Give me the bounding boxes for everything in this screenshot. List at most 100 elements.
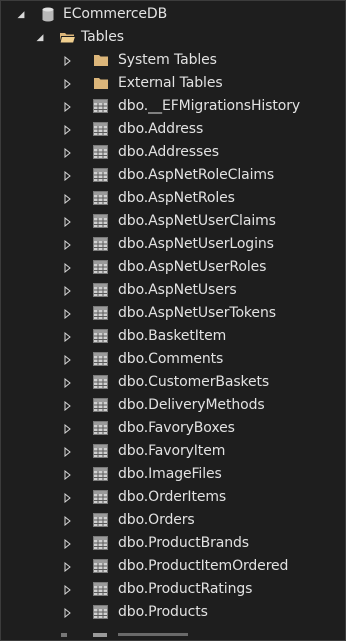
- subfolder-label: External Tables: [118, 75, 223, 91]
- folder-icon: [93, 76, 109, 91]
- collapsed-arrow-icon[interactable]: [61, 394, 73, 417]
- table-icon: [93, 99, 109, 114]
- table-label: dbo.AspNetUserClaims: [118, 213, 276, 229]
- table-icon: [93, 421, 109, 436]
- tree-node-database[interactable]: ◢ ECommerceDB: [1, 3, 345, 26]
- tree-node-table[interactable]: dbo.AspNetUserClaims: [1, 210, 345, 233]
- tree-node-table[interactable]: dbo.ProductRatings: [1, 578, 345, 601]
- table-label: dbo.ProductRatings: [118, 581, 253, 597]
- tree-node-table[interactable]: dbo.Comments: [1, 348, 345, 371]
- tree-node-table[interactable]: dbo.FavoryItem: [1, 440, 345, 463]
- table-icon: [93, 398, 109, 413]
- collapsed-arrow-icon[interactable]: [61, 440, 73, 463]
- table-icon: [93, 513, 109, 528]
- table-icon: [93, 490, 109, 505]
- tree-node-table[interactable]: dbo.AspNetUserRoles: [1, 256, 345, 279]
- collapsed-arrow-icon: [61, 633, 67, 637]
- collapsed-arrow-icon[interactable]: [61, 95, 73, 118]
- table-icon: [93, 260, 109, 275]
- collapsed-arrow-icon[interactable]: [61, 141, 73, 164]
- table-icon: [93, 122, 109, 137]
- tree-node-table[interactable]: dbo.AspNetUsers: [1, 279, 345, 302]
- collapsed-arrow-icon[interactable]: [61, 371, 73, 394]
- table-label: dbo.AspNetUserLogins: [118, 236, 274, 252]
- table-label: dbo.AspNetRoles: [118, 190, 235, 206]
- table-label: dbo.CustomerBaskets: [118, 374, 270, 390]
- collapsed-arrow-icon[interactable]: [61, 233, 73, 256]
- tree-node-table[interactable]: dbo.Address: [1, 118, 345, 141]
- collapsed-arrow-icon[interactable]: [61, 164, 73, 187]
- tree-node-tables[interactable]: ◢ Tables: [1, 26, 345, 49]
- collapsed-arrow-icon[interactable]: [61, 601, 73, 624]
- tree-node-external-tables[interactable]: External Tables: [1, 72, 345, 95]
- tree-node-table[interactable]: dbo.CustomerBaskets: [1, 371, 345, 394]
- tree-node-system-tables[interactable]: System Tables: [1, 49, 345, 72]
- table-icon: [93, 214, 109, 229]
- tree-node-table[interactable]: dbo.FavoryBoxes: [1, 417, 345, 440]
- table-label: dbo.OrderItems: [118, 489, 227, 505]
- table-label: dbo.Comments: [118, 351, 224, 367]
- collapsed-arrow-icon[interactable]: [61, 532, 73, 555]
- table-icon: [93, 329, 109, 344]
- table-label: dbo.Products: [118, 604, 208, 620]
- table-label: dbo.__EFMigrationsHistory: [118, 98, 301, 114]
- collapsed-arrow-icon[interactable]: [61, 256, 73, 279]
- tree-node-table[interactable]: dbo.Products: [1, 601, 345, 624]
- table-icon: [93, 145, 109, 160]
- tree-node-table[interactable]: dbo.DeliveryMethods: [1, 394, 345, 417]
- tree-node-table[interactable]: dbo.AspNetRoleClaims: [1, 164, 345, 187]
- tree-node-table[interactable]: dbo.AspNetUserLogins: [1, 233, 345, 256]
- table-icon: [93, 352, 109, 367]
- table-label: dbo.DeliveryMethods: [118, 397, 265, 413]
- collapsed-arrow-icon[interactable]: [61, 348, 73, 371]
- table-icon: [93, 633, 107, 637]
- partial-table-row: [1, 633, 345, 640]
- table-icon: [93, 467, 109, 482]
- tables-folder-label: Tables: [81, 29, 124, 45]
- table-icon: [93, 536, 109, 551]
- table-icon: [93, 582, 109, 597]
- tree-node-table[interactable]: dbo.__EFMigrationsHistory: [1, 95, 345, 118]
- table-label: dbo.Address: [118, 121, 204, 137]
- table-label: dbo.FavoryItem: [118, 443, 226, 459]
- collapsed-arrow-icon[interactable]: [61, 509, 73, 532]
- collapsed-arrow-icon[interactable]: [61, 187, 73, 210]
- table-icon: [93, 605, 109, 620]
- collapsed-arrow-icon[interactable]: [61, 325, 73, 348]
- table-icon: [93, 306, 109, 321]
- table-icon: [93, 168, 109, 183]
- tree-node-table[interactable]: dbo.OrderItems: [1, 486, 345, 509]
- collapsed-arrow-icon[interactable]: [61, 555, 73, 578]
- tree-node-table[interactable]: dbo.BasketItem: [1, 325, 345, 348]
- collapsed-arrow-icon[interactable]: [61, 417, 73, 440]
- tree-node-table[interactable]: dbo.AspNetRoles: [1, 187, 345, 210]
- table-label: dbo.BasketItem: [118, 328, 227, 344]
- tree-node-table[interactable]: dbo.ProductItemOrdered: [1, 555, 345, 578]
- collapsed-arrow-icon[interactable]: [61, 118, 73, 141]
- collapsed-arrow-icon[interactable]: [61, 72, 73, 95]
- tree-node-table[interactable]: dbo.ProductBrands: [1, 532, 345, 555]
- folder-open-icon: [59, 30, 76, 45]
- subfolder-label: System Tables: [118, 52, 217, 68]
- tree-node-table[interactable]: dbo.Addresses: [1, 141, 345, 164]
- collapsed-arrow-icon[interactable]: [61, 463, 73, 486]
- tree-node-table[interactable]: dbo.Orders: [1, 509, 345, 532]
- collapsed-arrow-icon[interactable]: [61, 49, 73, 72]
- collapsed-arrow-icon[interactable]: [61, 486, 73, 509]
- table-icon: [93, 283, 109, 298]
- table-label: dbo.Orders: [118, 512, 195, 528]
- table-label: dbo.AspNetUserRoles: [118, 259, 267, 275]
- collapsed-arrow-icon[interactable]: [61, 302, 73, 325]
- expanded-arrow-icon[interactable]: ◢: [15, 3, 27, 26]
- table-icon: [93, 191, 109, 206]
- folder-icon: [93, 53, 109, 68]
- expanded-arrow-icon[interactable]: ◢: [34, 26, 46, 49]
- tree-node-table[interactable]: dbo.AspNetUserTokens: [1, 302, 345, 325]
- collapsed-arrow-icon[interactable]: [61, 279, 73, 302]
- collapsed-arrow-icon[interactable]: [61, 210, 73, 233]
- table-label-fragment: [118, 633, 188, 636]
- collapsed-arrow-icon[interactable]: [61, 578, 73, 601]
- tree-node-table[interactable]: dbo.ImageFiles: [1, 463, 345, 486]
- table-label: dbo.Addresses: [118, 144, 219, 160]
- table-label: dbo.AspNetRoleClaims: [118, 167, 275, 183]
